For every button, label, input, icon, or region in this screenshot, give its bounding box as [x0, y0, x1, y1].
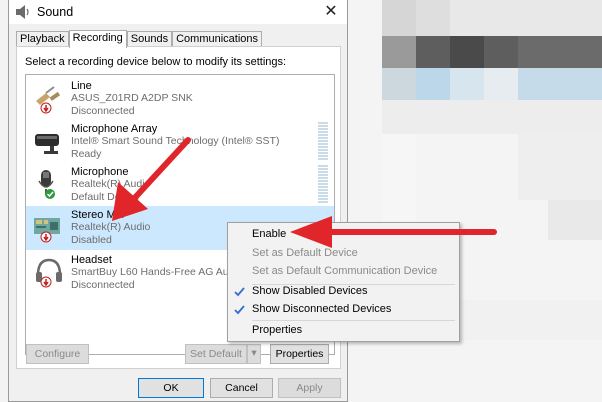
cancel-button[interactable]: Cancel [210, 378, 273, 398]
device-description: Realtek(R) Audio [71, 178, 151, 190]
device-description: Realtek(R) Audio [71, 221, 151, 233]
device-name: Microphone [71, 166, 129, 178]
properties-button[interactable]: Properties [270, 344, 329, 364]
headset-icon [32, 255, 66, 289]
device-name: Line [71, 80, 92, 92]
device-status: Ready [71, 148, 102, 160]
menu-item-label: Show Disabled Devices [252, 285, 368, 297]
device-name: Stereo Mix [71, 209, 124, 221]
menu-item-set-default-communication[interactable]: Set as Default Communication Device [228, 262, 459, 281]
list-item[interactable]: Line ASUS_Z01RD A2DP SNK Disconnected [26, 77, 334, 120]
set-default-button[interactable]: Set Default [185, 344, 247, 364]
title-bar: Sound ✕ [9, 0, 347, 24]
configure-button[interactable]: Configure [26, 344, 89, 364]
set-default-dropdown[interactable]: ▾ [247, 344, 261, 364]
menu-item-show-disabled[interactable]: Show Disabled Devices [228, 282, 459, 301]
level-meter [318, 165, 328, 204]
checkmark-icon [233, 303, 246, 316]
device-description: SmartBuy L60 Hands-Free AG Audio [71, 266, 243, 278]
tab-sounds[interactable]: Sounds [126, 31, 173, 47]
speaker-icon [15, 5, 31, 19]
device-name: Microphone Array [71, 123, 158, 135]
menu-item-set-default-device[interactable]: Set as Default Device [228, 244, 459, 263]
instruction-text: Select a recording device below to modif… [25, 56, 287, 68]
tab-communications[interactable]: Communications [172, 31, 263, 47]
tab-strip: Playback Recording Sounds Communications [16, 30, 263, 48]
menu-item-enable[interactable]: Enable [228, 225, 459, 244]
microphone-icon [32, 167, 66, 201]
stereo-mix-icon [32, 210, 66, 244]
device-name: Headset [71, 254, 112, 266]
device-description: ASUS_Z01RD A2DP SNK [71, 92, 193, 104]
line-in-icon [32, 81, 66, 115]
context-menu: Enable Set as Default Device Set as Defa… [227, 222, 460, 342]
checkmark-icon [233, 285, 246, 298]
menu-item-show-disconnected[interactable]: Show Disconnected Devices [228, 300, 459, 319]
apply-button[interactable]: Apply [278, 378, 341, 398]
ok-button[interactable]: OK [138, 378, 204, 398]
device-status: Disabled [71, 234, 112, 246]
tab-playback[interactable]: Playback [16, 31, 69, 47]
device-description: Intel® Smart Sound Technology (Intel® SS… [71, 135, 280, 147]
close-button[interactable]: ✕ [321, 2, 341, 22]
level-meter [318, 122, 328, 161]
list-item[interactable]: Microphone Array Intel® Smart Sound Tech… [26, 120, 334, 163]
tab-recording[interactable]: Recording [68, 30, 127, 48]
menu-item-label: Show Disconnected Devices [252, 303, 392, 315]
window-title: Sound [37, 5, 74, 19]
device-status: Disconnected [71, 105, 135, 117]
menu-item-properties[interactable]: Properties [228, 321, 459, 340]
microphone-array-icon [32, 124, 66, 158]
device-status: Disconnected [71, 279, 135, 291]
chevron-down-icon: ▾ [251, 347, 257, 359]
list-item[interactable]: Microphone Realtek(R) Audio Default Devi… [26, 163, 334, 206]
device-status: Default Device [71, 191, 140, 203]
